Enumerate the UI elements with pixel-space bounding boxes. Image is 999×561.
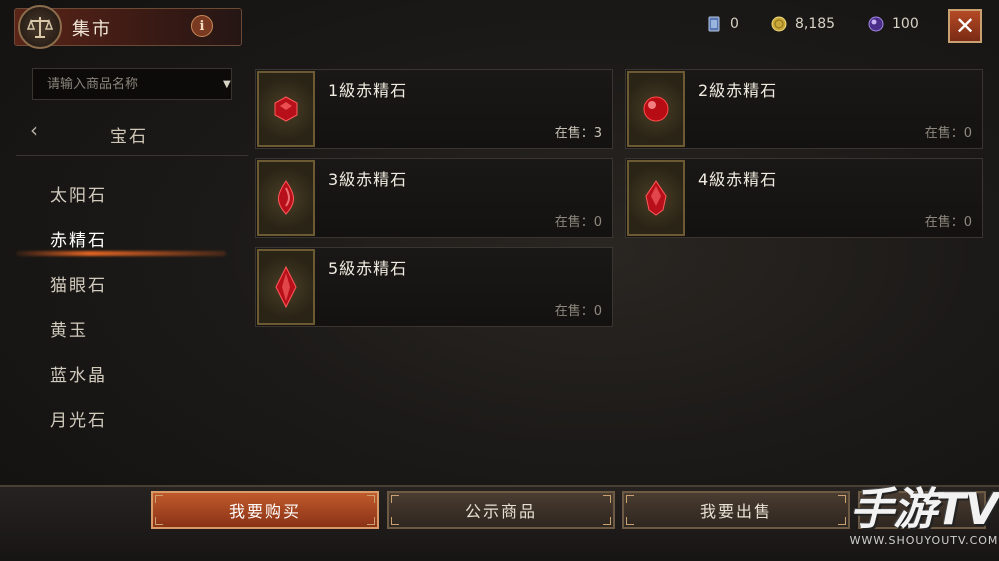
subcategory-item-blue-crystal[interactable]: 蓝水晶: [0, 356, 250, 401]
public-items-button[interactable]: 公示商品: [387, 491, 615, 529]
search-input[interactable]: [47, 76, 217, 92]
subcategory-label: 蓝水晶: [50, 366, 107, 386]
sell-button-label: 我要出售: [699, 502, 772, 521]
orb-balance: 100: [892, 16, 919, 32]
category-title: 宝石: [110, 127, 148, 147]
category-header: ‹ 宝石: [16, 112, 248, 156]
watermark-url: WWW.SHOUYOUTV.COM: [849, 534, 999, 547]
buy-button[interactable]: 我要购买: [151, 491, 379, 529]
currency-gold: 8,185: [771, 16, 835, 32]
item-card[interactable]: 3級赤精石 在售：0: [255, 158, 613, 238]
dropdown-arrow-icon[interactable]: ▼: [223, 79, 231, 90]
subcategory-item-moonstone[interactable]: 月光石: [0, 401, 250, 446]
subcategory-item-topaz[interactable]: 黄玉: [0, 311, 250, 356]
gem-slot: [257, 160, 315, 236]
card-balance: 0: [730, 16, 739, 32]
info-button[interactable]: i: [191, 15, 213, 37]
item-name: 2級赤精石: [698, 81, 778, 100]
watermark-logo: 手游TV: [849, 484, 999, 535]
close-button[interactable]: ✕: [948, 9, 982, 43]
subcategory-item-sunstone[interactable]: 太阳石: [0, 176, 250, 221]
gold-coin-icon: [771, 16, 787, 32]
item-stock: 在售：0: [924, 215, 972, 230]
item-name: 4級赤精石: [698, 170, 778, 189]
item-stock: 在售：3: [554, 126, 602, 141]
search-box[interactable]: ▼: [32, 68, 232, 100]
sell-button[interactable]: 我要出售: [622, 491, 850, 529]
scales-icon: [18, 5, 62, 49]
page-title: 集市: [72, 19, 112, 40]
item-stock: 在售：0: [554, 215, 602, 230]
item-name: 1級赤精石: [328, 81, 408, 100]
subcategory-label: 黄玉: [50, 321, 88, 341]
public-items-label: 公示商品: [464, 502, 537, 521]
item-name: 5級赤精石: [328, 259, 408, 278]
subcategory-item-red-essence[interactable]: 赤精石: [0, 221, 250, 266]
item-stock: 在售：0: [554, 304, 602, 319]
gem-slot: [627, 160, 685, 236]
item-name: 3級赤精石: [328, 170, 408, 189]
red-gem-marquise-icon: [275, 265, 297, 309]
item-card[interactable]: 1級赤精石 在售：3: [255, 69, 613, 149]
subcategory-label: 猫眼石: [50, 276, 107, 296]
currency-card: 0: [706, 16, 739, 32]
subcategory-item-cats-eye[interactable]: 猫眼石: [0, 266, 250, 311]
close-icon: ✕: [954, 12, 976, 40]
gold-balance: 8,185: [795, 16, 836, 32]
item-card[interactable]: 5級赤精石 在售：0: [255, 247, 613, 327]
watermark: 手游TV WWW.SHOUYOUTV.COM: [849, 482, 999, 561]
red-gem-sphere-icon: [643, 96, 669, 122]
item-card[interactable]: 2級赤精石 在售：0: [625, 69, 983, 149]
purple-orb-icon: [868, 16, 884, 32]
card-icon: [708, 16, 720, 32]
gem-slot: [627, 71, 685, 147]
red-gem-drop-icon: [278, 180, 294, 215]
subcategory-label: 月光石: [50, 411, 107, 431]
item-stock: 在售：0: [924, 126, 972, 141]
currency-orb: 100: [868, 16, 919, 32]
subcategory-label: 太阳石: [50, 186, 107, 206]
subcategory-label: 赤精石: [50, 231, 107, 251]
subcategory-list: 太阳石 赤精石 猫眼石 黄玉 蓝水晶 月光石: [0, 176, 250, 446]
red-gem-faceted-icon: [645, 180, 667, 216]
back-arrow-icon[interactable]: ‹: [30, 118, 38, 142]
buy-button-label: 我要购买: [228, 502, 301, 521]
gem-slot: [257, 71, 315, 147]
item-card[interactable]: 4級赤精石 在售：0: [625, 158, 983, 238]
red-gem-round-icon: [274, 96, 298, 122]
gem-slot: [257, 249, 315, 325]
